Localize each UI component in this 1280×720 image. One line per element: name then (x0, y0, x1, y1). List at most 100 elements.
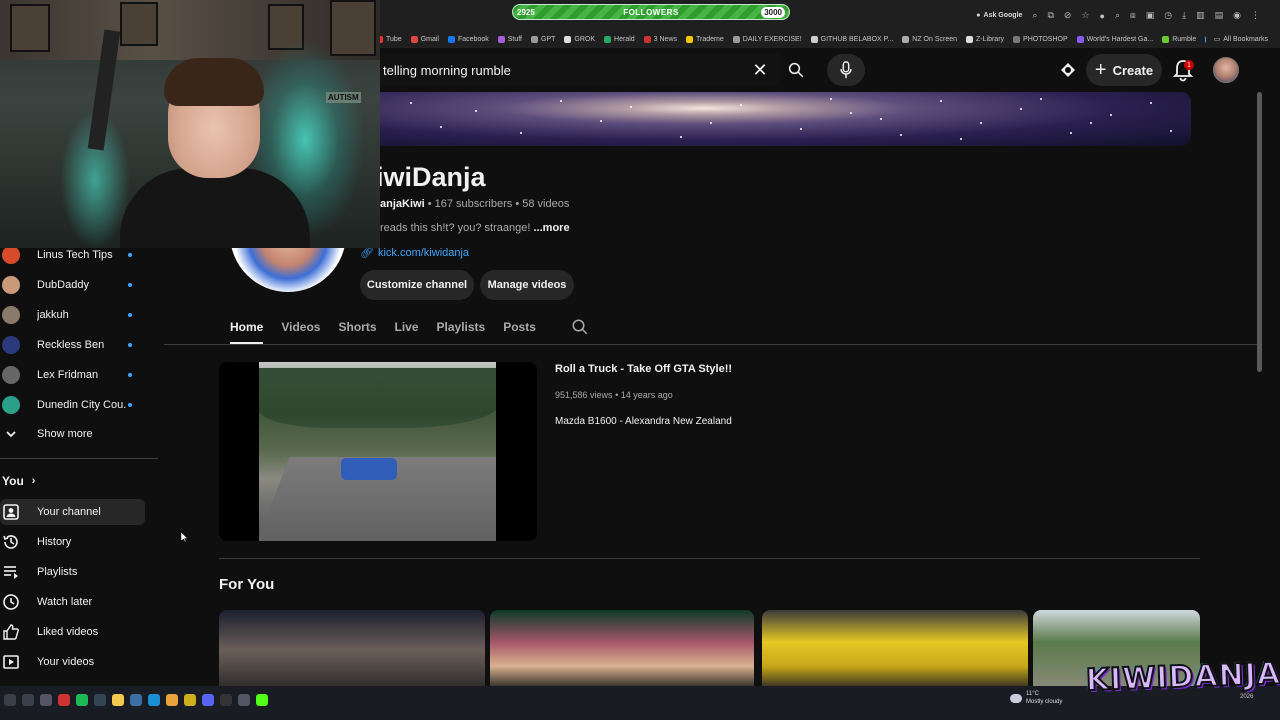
sidebar-item-label: Your videos (37, 656, 95, 668)
bookmark-item[interactable]: GPT (531, 35, 555, 43)
extensions-icon[interactable]: ⧈ (1130, 10, 1136, 21)
sidebar-item-playlists[interactable]: Playlists (0, 559, 145, 585)
bookmark-item[interactable]: GROK (564, 35, 595, 43)
bookmark-item[interactable]: Rumble (1162, 35, 1196, 43)
tab-playlists[interactable]: Playlists (437, 312, 486, 344)
for-you-thumbnail[interactable] (762, 610, 1028, 690)
kick-icon[interactable] (256, 694, 268, 706)
tip-jar-button[interactable] (1058, 60, 1078, 80)
customize-channel-button[interactable]: Customize channel (360, 270, 474, 300)
bookmark-item[interactable]: Trademe (686, 35, 724, 43)
for-you-thumbnail[interactable] (219, 610, 485, 690)
channel-description[interactable]: reads this sh!t? you? straange! ...more (380, 222, 570, 234)
sidebar-item-history[interactable]: History (0, 529, 145, 555)
sidebar-subscription-item[interactable]: jakkuh (0, 300, 145, 330)
steam-icon[interactable] (58, 694, 70, 706)
account-avatar[interactable] (1213, 57, 1239, 83)
screenshot-icon[interactable]: ⧉ (1047, 10, 1053, 21)
sidebar-subscription-item[interactable]: DubDaddy (0, 270, 145, 300)
sidebar-item-label: Watch later (37, 596, 93, 608)
page-scrollbar[interactable] (1257, 92, 1262, 372)
tab-live[interactable]: Live (395, 312, 419, 344)
search-extension-icon[interactable]: ⌕ (1115, 10, 1120, 21)
tab-posts[interactable]: Posts (503, 312, 536, 344)
voice-search-button[interactable] (827, 54, 865, 86)
bookmark-item[interactable]: 3 News (643, 35, 677, 43)
sidebar-subscription-item[interactable]: Lex Fridman (0, 360, 145, 390)
bookmark-item[interactable]: PHOTOSHOP (1013, 35, 1068, 43)
sidebar-icon[interactable]: ▤ (1215, 10, 1224, 21)
task-view-icon[interactable] (22, 694, 34, 706)
sidebar-item-your-videos[interactable]: Your videos (0, 649, 145, 675)
eye-off-icon[interactable]: ⊘ (1064, 10, 1072, 21)
clear-search-button[interactable]: ✕ (750, 60, 770, 80)
edge-icon[interactable] (148, 694, 160, 706)
sidebar-subscription-item[interactable]: Reckless Ben (0, 330, 145, 360)
menu-icon[interactable]: ⋮ (1251, 10, 1260, 21)
banner-star (1040, 98, 1042, 100)
bookmark-item[interactable]: NZ On Screen (902, 35, 957, 43)
download-icon[interactable]: ⤓ (1182, 10, 1186, 21)
more-link[interactable]: ...more (534, 222, 570, 234)
featured-video-thumbnail[interactable] (219, 362, 537, 541)
game-icon[interactable] (220, 694, 232, 706)
taskbar-apps (4, 694, 268, 706)
person-box-icon (2, 503, 20, 521)
banner-star (520, 132, 522, 134)
search-button[interactable] (776, 54, 816, 86)
shield-app-icon[interactable] (40, 694, 52, 706)
app-icon[interactable] (94, 694, 106, 706)
followers-goal: 3000 (761, 6, 785, 18)
tab-shorts[interactable]: Shorts (338, 312, 376, 344)
bookmark-item[interactable]: Facebook (447, 35, 489, 43)
extension-icon[interactable]: ● (1100, 11, 1105, 21)
banner-star (1110, 114, 1112, 116)
all-bookmarks-button[interactable]: ▭ All Bookmarks (1205, 30, 1268, 48)
tab-home[interactable]: Home (230, 312, 264, 344)
bookmark-item[interactable]: GITHUB BELABOX P... (810, 35, 893, 43)
upload-age: 14 years ago (620, 390, 673, 400)
banner-star (940, 100, 942, 102)
chrome-icon[interactable] (166, 694, 178, 706)
windows-start-icon[interactable] (4, 694, 16, 706)
file-explorer-icon[interactable] (112, 694, 124, 706)
discord-icon[interactable] (202, 694, 214, 706)
bookmark-item[interactable]: Stuff (497, 35, 522, 43)
tab-videos[interactable]: Videos (281, 312, 320, 344)
subscription-avatar (2, 276, 20, 294)
sidebar-item-watch-later[interactable]: Watch later (0, 589, 145, 615)
sidebar-subscription-item[interactable]: Dunedin City Cou... (0, 390, 145, 420)
search-input[interactable]: telling morning rumble (380, 54, 780, 86)
bookmark-item[interactable]: Gmail (410, 35, 439, 43)
zoom-icon[interactable]: ⌕ (1032, 10, 1037, 21)
lock-icon[interactable]: ▣ (1146, 10, 1155, 21)
sidebar-item-your-channel[interactable]: Your channel (0, 499, 145, 525)
bookmark-item[interactable]: Z-Library (966, 35, 1004, 43)
banner-star (880, 118, 882, 120)
profile-icon[interactable]: ◉ (1233, 10, 1241, 21)
banner-star (830, 98, 832, 100)
obs-icon[interactable] (130, 694, 142, 706)
spotify-icon[interactable] (76, 694, 88, 706)
show-more-button[interactable]: Show more (0, 419, 145, 449)
sidebar-item-liked-videos[interactable]: Liked videos (0, 619, 145, 645)
bookmark-favicon-icon (732, 35, 740, 43)
star-icon[interactable]: ☆ (1081, 10, 1089, 21)
you-section-header[interactable]: You › (2, 474, 35, 488)
bookmark-item[interactable]: DAILY EXERCISE! (732, 35, 802, 43)
google-icon: ● (976, 12, 981, 19)
ask-google-button[interactable]: ● Ask Google (976, 12, 1022, 19)
trash-icon[interactable]: ▥ (1196, 10, 1205, 21)
search-box[interactable]: telling morning rumble (380, 54, 780, 86)
for-you-thumbnail[interactable] (490, 610, 754, 690)
featured-video-title[interactable]: Roll a Truck - Take Off GTA Style!! (555, 363, 732, 375)
bookmark-item[interactable]: Herald (604, 35, 635, 43)
bookmark-item[interactable]: World's Hardest Ga... (1076, 35, 1153, 43)
weather-widget[interactable]: 11°C Mostly cloudy (1010, 690, 1062, 706)
phonelink-icon[interactable] (184, 694, 196, 706)
create-button[interactable]: + Create (1086, 54, 1162, 86)
manage-videos-button[interactable]: Manage videos (480, 270, 574, 300)
app-icon[interactable] (238, 694, 250, 706)
channel-search-button[interactable] (571, 318, 591, 338)
history-browser-icon[interactable]: ◷ (1164, 10, 1172, 21)
